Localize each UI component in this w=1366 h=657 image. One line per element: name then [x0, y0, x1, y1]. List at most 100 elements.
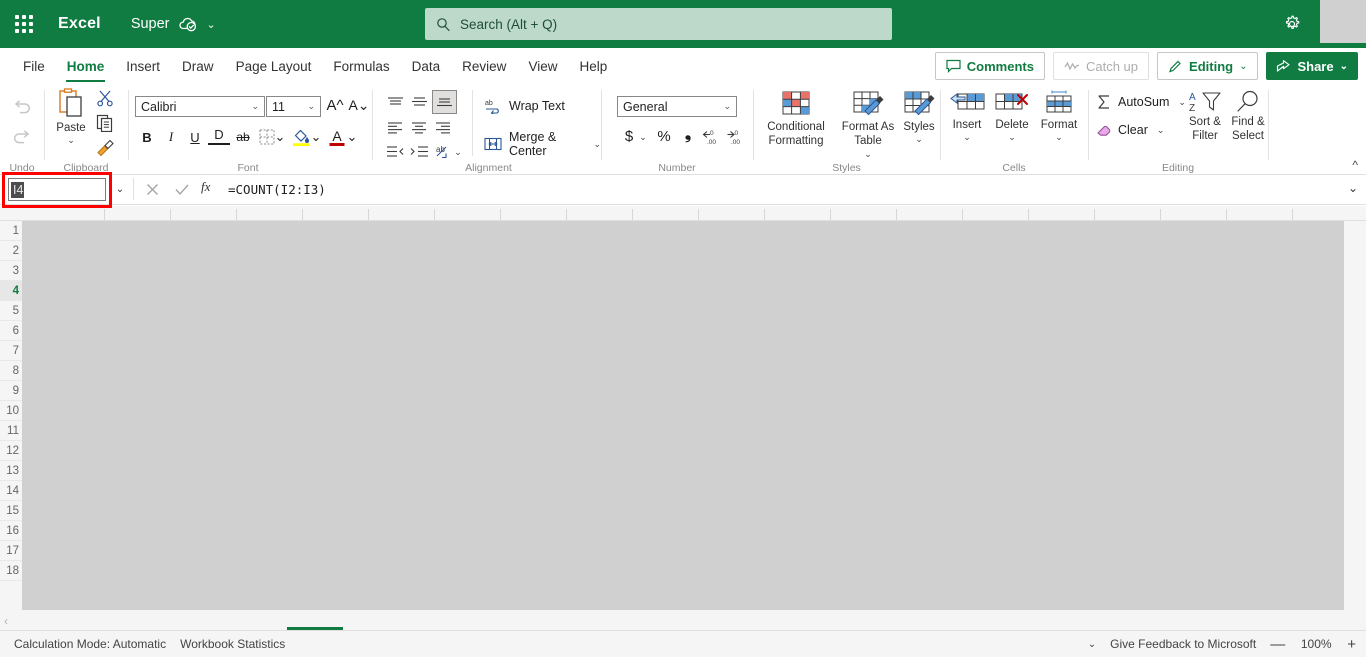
- increase-indent-button[interactable]: [408, 142, 430, 162]
- tab-file[interactable]: File: [12, 52, 56, 82]
- redo-button[interactable]: [7, 124, 37, 150]
- tab-data[interactable]: Data: [401, 52, 452, 82]
- expand-formula-bar-button[interactable]: ⌄: [1348, 181, 1358, 195]
- collapse-ribbon-button[interactable]: ^: [1352, 158, 1358, 172]
- sort-filter-button[interactable]: A Z Sort & Filter: [1186, 90, 1224, 144]
- merge-center-chevron-down-icon[interactable]: ⌄: [593, 139, 601, 150]
- increase-font-size-button[interactable]: A^: [324, 94, 346, 116]
- align-center-button[interactable]: [408, 118, 430, 138]
- name-box-dropdown-button[interactable]: ⌄: [112, 179, 128, 200]
- format-cells-button[interactable]: Format ⌄: [1036, 90, 1082, 143]
- autosum-chevron-down-icon[interactable]: ⌄: [1178, 97, 1186, 108]
- borders-chevron-down-icon[interactable]: ⌄: [274, 126, 286, 148]
- row-header-14[interactable]: 14: [0, 481, 22, 501]
- row-header-7[interactable]: 7: [0, 341, 22, 361]
- app-brand-label[interactable]: Excel: [58, 15, 101, 33]
- fill-color-chevron-down-icon[interactable]: ⌄: [310, 126, 322, 148]
- row-header-15[interactable]: 15: [0, 501, 22, 521]
- comma-format-button[interactable]: ❟: [677, 124, 699, 146]
- align-top-button[interactable]: [384, 92, 406, 112]
- row-header-9[interactable]: 9: [0, 381, 22, 401]
- tab-draw[interactable]: Draw: [171, 52, 225, 82]
- row-header-10[interactable]: 10: [0, 401, 22, 421]
- catch-up-button[interactable]: Catch up: [1052, 52, 1150, 80]
- clear-chevron-down-icon[interactable]: ⌄: [1157, 125, 1165, 136]
- cloud-saved-icon[interactable]: [178, 14, 198, 34]
- strikethrough-button[interactable]: ab: [232, 126, 254, 148]
- row-header-2[interactable]: 2: [0, 241, 22, 261]
- paste-button[interactable]: Paste ⌄: [50, 88, 92, 146]
- row-header-11[interactable]: 11: [0, 421, 22, 441]
- tab-review[interactable]: Review: [451, 52, 517, 82]
- grid-cells-overlay[interactable]: [22, 221, 1344, 610]
- font-name-combobox[interactable]: Calibri ⌄: [135, 96, 265, 117]
- row-header-6[interactable]: 6: [0, 321, 22, 341]
- zoom-out-button[interactable]: —: [1270, 636, 1285, 653]
- zoom-in-button[interactable]: +: [1347, 636, 1356, 653]
- row-header-16[interactable]: 16: [0, 521, 22, 541]
- orientation-chevron-down-icon[interactable]: ⌄: [452, 142, 464, 162]
- format-painter-button[interactable]: [96, 138, 115, 156]
- cell-styles-chevron-down-icon[interactable]: ⌄: [915, 134, 923, 144]
- vertical-scrollbar[interactable]: [1352, 221, 1366, 610]
- search-input[interactable]: Search (Alt + Q): [425, 8, 892, 40]
- currency-chevron-down-icon[interactable]: ⌄: [637, 126, 649, 148]
- confirm-formula-button[interactable]: [171, 178, 193, 200]
- delete-cells-button[interactable]: Delete ⌄: [990, 90, 1034, 143]
- zoom-level-label[interactable]: 100%: [1299, 637, 1333, 651]
- decrease-decimal-button[interactable]: 0 .00: [699, 125, 721, 147]
- row-header-8[interactable]: 8: [0, 361, 22, 381]
- cut-button[interactable]: [96, 89, 114, 107]
- autosum-button[interactable]: AutoSum ⌄: [1096, 94, 1186, 110]
- row-header-12[interactable]: 12: [0, 441, 22, 461]
- sheet-nav-previous-button[interactable]: ‹: [4, 614, 8, 628]
- font-color-button[interactable]: A: [326, 125, 348, 147]
- calculation-mode-status[interactable]: Calculation Mode: Automatic: [14, 637, 166, 651]
- formula-input[interactable]: =COUNT(I2:I3): [228, 177, 1328, 201]
- find-select-button[interactable]: Find & Select: [1228, 90, 1268, 144]
- bold-button[interactable]: B: [136, 126, 158, 148]
- format-chevron-down-icon[interactable]: ⌄: [1055, 132, 1063, 142]
- horizontal-scrollbar[interactable]: [22, 615, 1344, 630]
- row-header-17[interactable]: 17: [0, 541, 22, 561]
- underline-button[interactable]: U: [184, 126, 206, 148]
- tab-home[interactable]: Home: [56, 52, 116, 82]
- copy-button[interactable]: [96, 114, 114, 132]
- font-color-chevron-down-icon[interactable]: ⌄: [346, 126, 358, 148]
- undo-button[interactable]: [7, 94, 37, 120]
- settings-button[interactable]: [1270, 0, 1314, 48]
- align-right-button[interactable]: [432, 118, 454, 138]
- row-header-4[interactable]: 4: [0, 281, 22, 301]
- app-launcher-button[interactable]: [0, 0, 48, 48]
- format-as-table-button[interactable]: Format As Table ⌄: [839, 90, 897, 159]
- insert-function-button[interactable]: fx: [201, 179, 210, 195]
- editing-mode-button[interactable]: Editing ⌄: [1157, 52, 1259, 80]
- format-as-table-chevron-down-icon[interactable]: ⌄: [864, 149, 872, 159]
- workbook-statistics-button[interactable]: Workbook Statistics: [180, 637, 285, 651]
- share-button[interactable]: Share ⌄: [1266, 52, 1358, 80]
- name-box-input[interactable]: I4: [8, 178, 106, 201]
- insert-cells-button[interactable]: Insert ⌄: [946, 90, 988, 143]
- row-header-18[interactable]: 18: [0, 561, 22, 581]
- give-feedback-button[interactable]: Give Feedback to Microsoft: [1110, 637, 1256, 651]
- row-header-3[interactable]: 3: [0, 261, 22, 281]
- wrap-text-button[interactable]: ab Wrap Text: [484, 98, 565, 114]
- row-header-13[interactable]: 13: [0, 461, 22, 481]
- increase-decimal-button[interactable]: 0 .00: [723, 125, 745, 147]
- align-bottom-button[interactable]: [432, 90, 457, 114]
- tab-help[interactable]: Help: [568, 52, 618, 82]
- document-name-label[interactable]: Super: [131, 16, 170, 32]
- percent-format-button[interactable]: %: [653, 125, 675, 147]
- paste-chevron-down-icon[interactable]: ⌄: [67, 135, 75, 145]
- delete-chevron-down-icon[interactable]: ⌄: [1008, 132, 1016, 142]
- font-size-combobox[interactable]: 11 ⌄: [266, 96, 321, 117]
- status-options-chevron-down-icon[interactable]: ⌄: [1088, 639, 1096, 650]
- number-format-combobox[interactable]: General ⌄: [617, 96, 737, 117]
- tab-insert[interactable]: Insert: [115, 52, 171, 82]
- cancel-formula-button[interactable]: [141, 178, 163, 200]
- italic-button[interactable]: I: [160, 126, 182, 148]
- tab-formulas[interactable]: Formulas: [322, 52, 400, 82]
- row-header-1[interactable]: 1: [0, 221, 22, 241]
- align-middle-button[interactable]: [408, 92, 430, 112]
- tab-page-layout[interactable]: Page Layout: [225, 52, 323, 82]
